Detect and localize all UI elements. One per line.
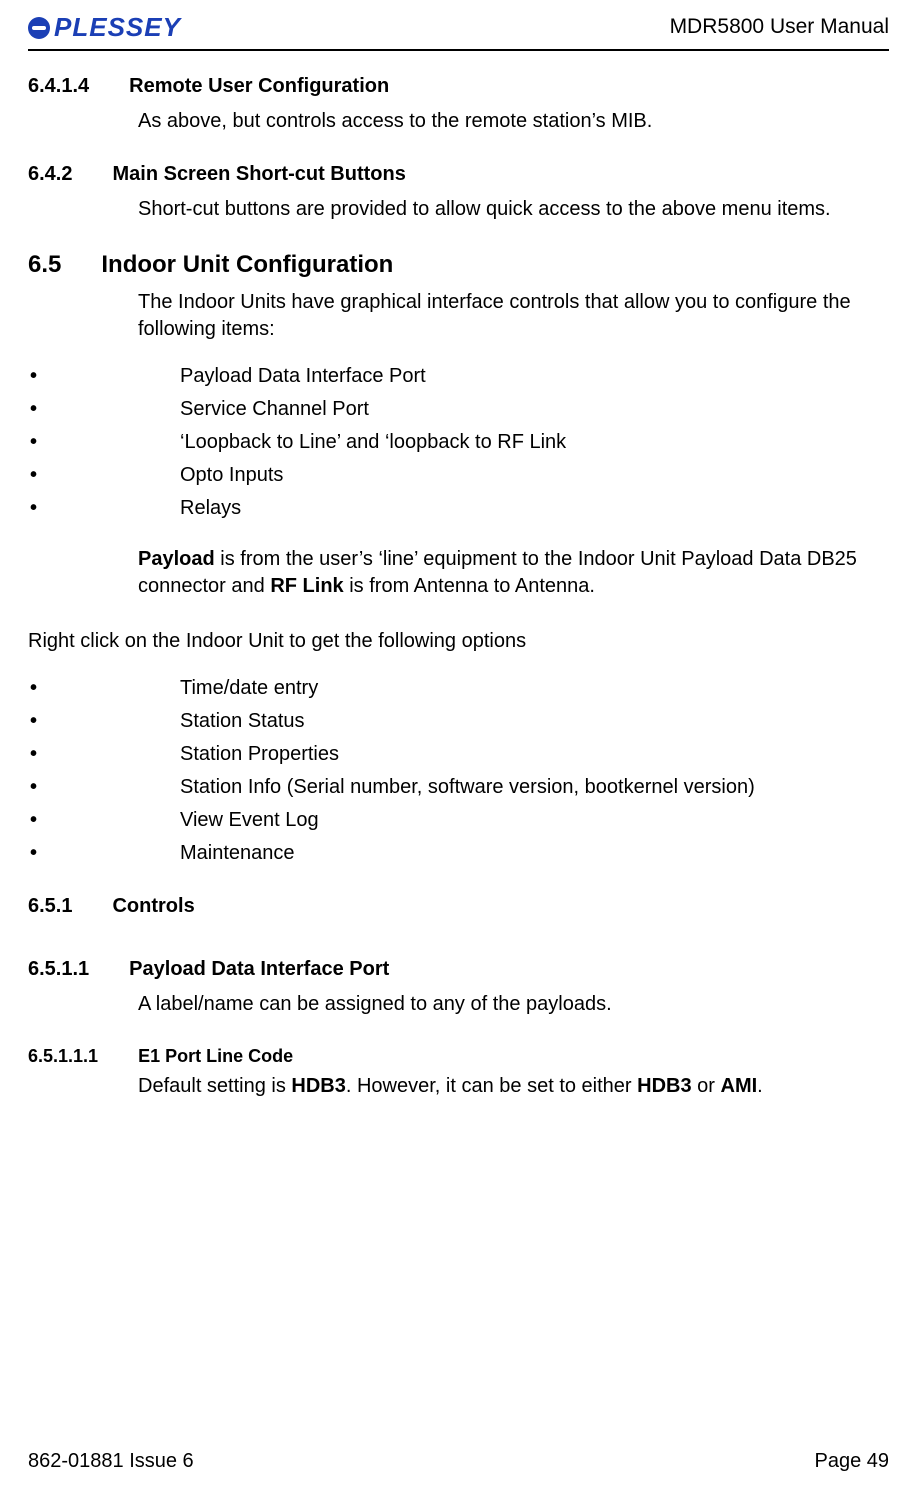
heading-6-5-1: 6.5.1 Controls: [28, 893, 889, 920]
bullet-icon: •: [30, 708, 40, 735]
body-paragraph: Short-cut buttons are provided to allow …: [138, 196, 889, 223]
body-paragraph: A label/name can be assigned to any of t…: [138, 991, 889, 1018]
bullet-icon: •: [30, 429, 40, 456]
page: PLESSEY MDR5800 User Manual 6.4.1.4 Remo…: [0, 0, 917, 1495]
list-item-label: Maintenance: [180, 840, 295, 867]
bullet-icon: •: [30, 675, 40, 702]
body-paragraph: Right click on the Indoor Unit to get th…: [28, 628, 889, 655]
heading-number: 6.5.1.1.1: [28, 1044, 98, 1068]
heading-number: 6.4.2: [28, 161, 72, 188]
doc-reference: 862-01881 Issue 6: [28, 1448, 194, 1475]
text-run: or: [692, 1075, 721, 1097]
list-item: • Opto Inputs: [28, 462, 889, 489]
bold-text: RF Link: [270, 575, 343, 597]
header-divider: [28, 49, 889, 51]
list-item-label: Station Info (Serial number, software ve…: [180, 774, 755, 801]
heading-text: Main Screen Short-cut Buttons: [112, 161, 405, 188]
list-item: • Service Channel Port: [28, 396, 889, 423]
text-run: is from Antenna to Antenna.: [344, 575, 595, 597]
bold-text: AMI: [721, 1075, 758, 1097]
bullet-icon: •: [30, 741, 40, 768]
page-footer: 862-01881 Issue 6 Page 49: [28, 1408, 889, 1475]
heading-text: Remote User Configuration: [129, 73, 389, 100]
body-paragraph: Payload is from the user’s ‘line’ equipm…: [138, 546, 889, 600]
heading-number: 6.4.1.4: [28, 73, 89, 100]
bold-text: HDB3: [637, 1075, 691, 1097]
bullet-icon: •: [30, 840, 40, 867]
list-item-label: Payload Data Interface Port: [180, 363, 426, 390]
heading-number: 6.5.1: [28, 893, 72, 920]
heading-text: Indoor Unit Configuration: [101, 249, 393, 281]
heading-text: Payload Data Interface Port: [129, 956, 389, 983]
config-items-list: • Payload Data Interface Port • Service Ch…: [28, 363, 889, 522]
bullet-icon: •: [30, 363, 40, 390]
bullet-icon: •: [30, 396, 40, 423]
list-item-label: Opto Inputs: [180, 462, 283, 489]
bullet-icon: •: [30, 495, 40, 522]
page-number: Page 49: [814, 1448, 889, 1475]
list-item-label: Relays: [180, 495, 241, 522]
brand-logo: PLESSEY: [28, 10, 181, 45]
list-item-label: Station Status: [180, 708, 305, 735]
heading-6-5-1-1-1: 6.5.1.1.1 E1 Port Line Code: [28, 1044, 889, 1068]
bold-text: Payload: [138, 548, 215, 570]
list-item: • Maintenance: [28, 840, 889, 867]
list-item: • View Event Log: [28, 807, 889, 834]
content: 6.4.1.4 Remote User Configuration As abo…: [28, 69, 889, 1408]
text-run: . However, it can be set to either: [346, 1075, 637, 1097]
list-item: • Payload Data Interface Port: [28, 363, 889, 390]
context-menu-list: • Time/date entry • Station Status • Statio…: [28, 675, 889, 867]
list-item: • Station Info (Serial number, software v…: [28, 774, 889, 801]
list-item: • Station Status: [28, 708, 889, 735]
page-header: PLESSEY MDR5800 User Manual: [28, 10, 889, 47]
heading-6-5-1-1: 6.5.1.1 Payload Data Interface Port: [28, 956, 889, 983]
list-item-label: ‘Loopback to Line’ and ‘loopback to RF L…: [180, 429, 566, 456]
list-item-label: Service Channel Port: [180, 396, 369, 423]
text-run: Default setting is: [138, 1075, 291, 1097]
body-paragraph: The Indoor Units have graphical interfac…: [138, 289, 889, 343]
list-item: • Station Properties: [28, 741, 889, 768]
list-item: • ‘Loopback to Line’ and ‘loopback to RF …: [28, 429, 889, 456]
bullet-icon: •: [30, 774, 40, 801]
heading-number: 6.5.1.1: [28, 956, 89, 983]
list-item: • Time/date entry: [28, 675, 889, 702]
logo-text: PLESSEY: [54, 10, 181, 45]
heading-text: E1 Port Line Code: [138, 1044, 293, 1068]
heading-text: Controls: [112, 893, 194, 920]
bullet-icon: •: [30, 462, 40, 489]
heading-6-4-2: 6.4.2 Main Screen Short-cut Buttons: [28, 161, 889, 188]
list-item: • Relays: [28, 495, 889, 522]
document-title: MDR5800 User Manual: [670, 13, 889, 41]
heading-6-5: 6.5 Indoor Unit Configuration: [28, 249, 889, 281]
list-item-label: Station Properties: [180, 741, 339, 768]
heading-number: 6.5: [28, 249, 61, 281]
body-paragraph: As above, but controls access to the rem…: [138, 108, 889, 135]
list-item-label: Time/date entry: [180, 675, 318, 702]
list-item-label: View Event Log: [180, 807, 319, 834]
logo-icon: [28, 17, 50, 39]
heading-6-4-1-4: 6.4.1.4 Remote User Configuration: [28, 73, 889, 100]
text-run: .: [757, 1075, 763, 1097]
body-paragraph: Default setting is HDB3. However, it can…: [138, 1073, 889, 1100]
bold-text: HDB3: [291, 1075, 345, 1097]
bullet-icon: •: [30, 807, 40, 834]
